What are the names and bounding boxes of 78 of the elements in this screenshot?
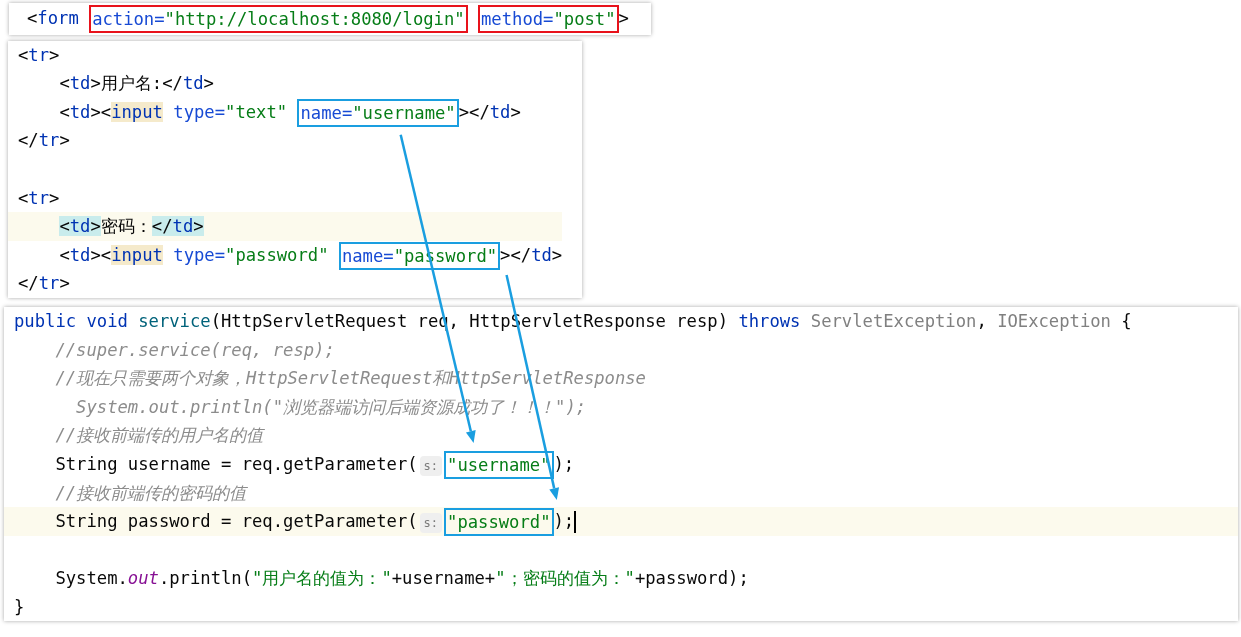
code-text: >	[618, 8, 629, 28]
code-comment: //super.service(req, resp);	[55, 339, 335, 360]
string-literal: "post"	[553, 9, 616, 29]
tag-name: td	[69, 216, 91, 237]
tag-name: td	[69, 73, 91, 94]
method-name: service	[138, 310, 211, 331]
tag-name: tr	[28, 44, 50, 65]
code-text: <	[59, 101, 70, 122]
string-literal: "text"	[225, 101, 288, 122]
attribute-name: action=	[92, 9, 165, 29]
code-text: System.	[55, 568, 128, 589]
code-text: 密码：	[100, 216, 152, 237]
code-text: >	[49, 187, 60, 208]
tag-name: input	[111, 244, 163, 265]
parameter-hint: s:	[419, 513, 443, 534]
code-text: >	[510, 101, 521, 122]
attribute-name: name=	[341, 245, 394, 266]
code-text: </	[18, 130, 39, 151]
code-text: );	[553, 511, 575, 532]
field-name: out	[127, 568, 159, 589]
tag-name: td	[182, 73, 204, 94]
code-text: <	[18, 44, 29, 65]
keyword: public void	[14, 310, 128, 331]
keyword: throws	[738, 310, 801, 331]
string-literal: "username"	[352, 102, 456, 123]
parameter-hint: s:	[419, 455, 443, 476]
code-text: <	[18, 187, 29, 208]
tag-name: tr	[38, 130, 60, 151]
code-text: </	[18, 273, 39, 294]
class-name: ServletException	[810, 310, 977, 331]
tag-name: tr	[38, 273, 60, 294]
code-text: String username = req.getParameter(	[55, 453, 418, 474]
code-text: ><	[90, 101, 112, 122]
tag-name: input	[111, 101, 163, 122]
code-text: <	[59, 73, 70, 94]
code-text: >	[59, 130, 70, 151]
code-text: <	[27, 8, 38, 28]
attribute-name: type=	[173, 244, 226, 265]
code-text: >	[59, 273, 70, 294]
code-comment: //接收前端传的密码的值	[55, 482, 247, 503]
code-text: >	[551, 244, 563, 265]
code-text: +username+	[391, 568, 496, 589]
code-text: </	[151, 216, 173, 237]
string-literal: "password"	[225, 244, 329, 265]
code-text: >	[49, 44, 60, 65]
code-text: }	[14, 596, 25, 617]
code-text: {	[1121, 310, 1132, 331]
tag-name: form	[37, 8, 79, 28]
attribute-name: name=	[300, 102, 353, 123]
code-text: >	[203, 73, 214, 94]
string-literal: "；密码的值为："	[495, 568, 635, 589]
tag-name: td	[531, 244, 552, 265]
code-text: ><	[90, 244, 112, 265]
string-literal: "用户名的值为："	[252, 568, 392, 589]
code-text: >	[193, 216, 204, 237]
attribute-name: method=	[481, 9, 554, 29]
code-text: +password);	[634, 568, 749, 589]
attribute-name: type=	[173, 101, 226, 122]
code-text: String password = req.getParameter(	[55, 511, 418, 532]
code-text: >	[90, 216, 101, 237]
string-literal: "password"	[447, 512, 551, 533]
code-text: ,	[976, 310, 987, 331]
code-text: <	[59, 244, 70, 265]
code-text: ></	[458, 101, 490, 122]
code-text: ></	[500, 244, 532, 265]
code-comment: //接收前端传的用户名的值	[55, 425, 264, 446]
code-text: <	[59, 216, 70, 237]
tag-name: td	[489, 101, 511, 122]
class-name: IOException	[997, 310, 1111, 331]
string-literal: "username"	[447, 454, 551, 475]
tag-name: td	[172, 216, 194, 237]
tag-name: td	[69, 244, 91, 265]
string-literal: "http://localhost:8080/login"	[164, 9, 465, 29]
code-text: );	[553, 453, 575, 474]
code-text: .println(	[158, 568, 253, 589]
tag-name: td	[69, 101, 91, 122]
code-text: >用户名:</	[90, 73, 183, 94]
tag-name: tr	[28, 187, 50, 208]
